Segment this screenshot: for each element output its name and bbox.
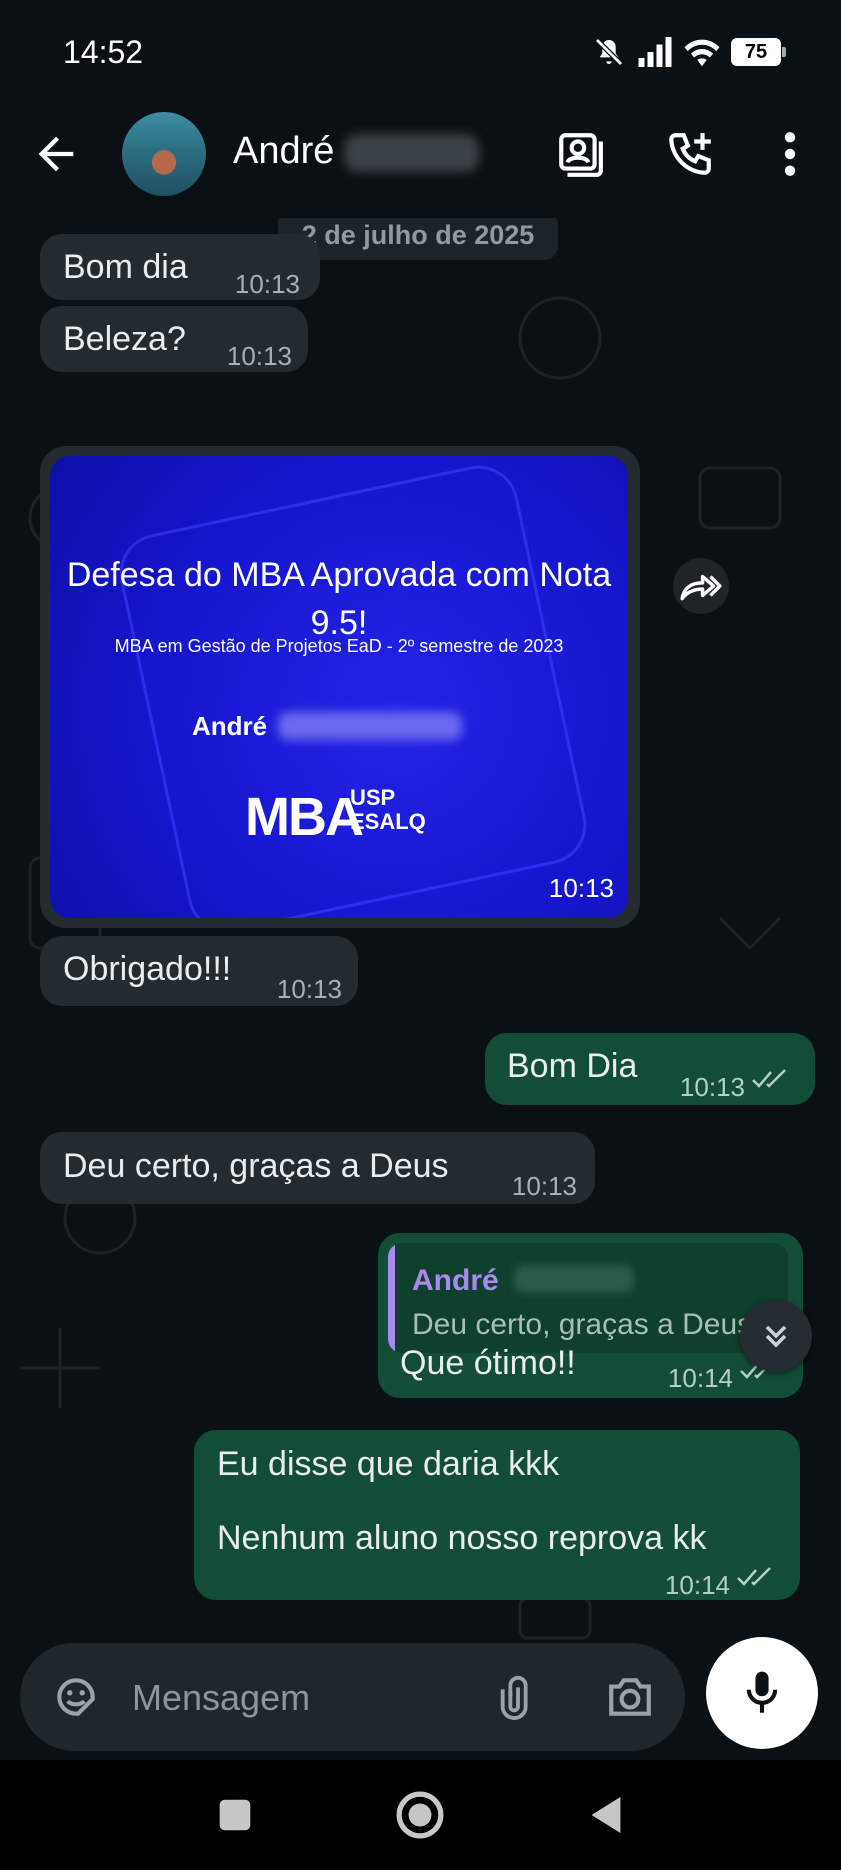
add-call-icon: [669, 133, 711, 175]
contact-name-text: André: [233, 130, 335, 172]
message-time: 10:13: [548, 873, 614, 903]
status-time: 14:52: [63, 34, 144, 70]
message-time: 10:13: [276, 974, 342, 1004]
image-preview[interactable]: Defesa do MBA Aprovada com Nota 9.5! MBA…: [50, 456, 628, 918]
message-incoming[interactable]: Deu certo, graças a Deus 10:13: [40, 1132, 595, 1204]
redacted-surname: [514, 1265, 634, 1293]
message-outgoing[interactable]: Eu disse que daria kkk Nenhum aluno noss…: [194, 1430, 800, 1600]
paperclip-icon: [500, 1675, 528, 1720]
forward-icon: [680, 574, 722, 601]
message-time: 10:13: [234, 269, 300, 299]
message-input[interactable]: [130, 1667, 494, 1729]
read-ticks-icon: [737, 1567, 771, 1586]
double-chevron-down-icon: [765, 1325, 787, 1348]
add-call-button[interactable]: [660, 124, 720, 184]
logo-top: USP: [350, 785, 396, 810]
sticker-icon: [57, 1678, 95, 1716]
date-divider: 2 de julho de 2025: [278, 218, 558, 260]
message-line-2: Nenhum aluno nosso reprova kk: [217, 1519, 707, 1557]
message-composer: [20, 1643, 685, 1751]
message-time: 10:14: [664, 1570, 730, 1600]
image-title: Defesa do MBA Aprovada com Nota 9.5!: [66, 556, 612, 642]
image-decoration: [112, 458, 594, 918]
recents-button[interactable]: [205, 1785, 265, 1845]
message-incoming[interactable]: Beleza? 10:13: [40, 306, 308, 372]
image-message[interactable]: Defesa do MBA Aprovada com Nota 9.5! MBA…: [40, 446, 640, 928]
wifi-icon: [684, 39, 720, 67]
home-button[interactable]: [390, 1785, 450, 1845]
reply-quote[interactable]: André Deu certo, graças a Deus: [388, 1243, 788, 1353]
message-text: Beleza?: [63, 320, 186, 358]
message-text: Obrigado!!!: [63, 950, 232, 988]
chat-header: André: [0, 100, 841, 218]
voice-message-button[interactable]: [706, 1637, 818, 1749]
message-text: Bom dia: [63, 248, 188, 286]
triangle-back-icon: [591, 1797, 621, 1833]
more-options-button[interactable]: [760, 124, 820, 184]
logo-bottom: ESALQ: [350, 809, 426, 834]
sticker-button[interactable]: [46, 1667, 106, 1727]
signal-icon: [638, 37, 672, 67]
status-bar: 14:52 75: [0, 0, 841, 100]
avatar[interactable]: [122, 112, 206, 196]
back-button[interactable]: [30, 128, 82, 180]
message-text: Que ótimo!!: [400, 1344, 576, 1382]
redacted-name: [278, 712, 462, 740]
message-text: Deu certo, graças a Deus: [63, 1147, 449, 1185]
battery-icon: 75: [731, 38, 786, 66]
message-incoming[interactable]: Bom dia 10:13: [40, 234, 320, 300]
usp-esalq-logo: USP ESALQ: [350, 786, 426, 834]
reply-author: André: [412, 1264, 499, 1297]
read-ticks-icon: [752, 1069, 786, 1088]
reply-accent-bar: [388, 1243, 395, 1353]
message-outgoing-reply[interactable]: André Deu certo, graças a Deus Que ótimo…: [378, 1233, 803, 1398]
forward-button[interactable]: [673, 558, 729, 614]
message-incoming[interactable]: Obrigado!!! 10:13: [40, 936, 358, 1006]
image-subtitle: MBA em Gestão de Projetos EaD - 2º semes…: [114, 636, 564, 656]
message-text: Bom Dia: [507, 1047, 638, 1085]
status-icons: 75: [591, 34, 786, 70]
system-nav-bar: [0, 1760, 841, 1870]
redacted-surname: [344, 133, 480, 172]
message-outgoing[interactable]: Bom Dia 10:13: [485, 1033, 815, 1105]
scroll-to-bottom-button[interactable]: [740, 1300, 812, 1372]
battery-level: 75: [744, 40, 768, 63]
reply-text: Deu certo, graças a Deus: [412, 1308, 753, 1341]
attach-button[interactable]: [488, 1667, 548, 1727]
contact-card-button[interactable]: [550, 124, 610, 184]
message-time: 10:13: [511, 1171, 577, 1201]
chat-area[interactable]: 2 de julho de 2025 Bom dia 10:13 Beleza?…: [0, 218, 841, 1643]
mba-logo: MBA: [245, 787, 364, 847]
camera-icon: [609, 1678, 651, 1716]
contact-card-icon: [559, 133, 603, 177]
nav-back-button[interactable]: [576, 1785, 636, 1845]
more-vert-icon: [784, 132, 796, 176]
camera-button[interactable]: [600, 1667, 660, 1727]
message-time: 10:14: [667, 1363, 733, 1393]
circle-icon: [396, 1791, 444, 1839]
square-icon: [219, 1799, 251, 1831]
message-time: 10:13: [226, 341, 292, 371]
message-time: 10:13: [679, 1072, 745, 1102]
contact-name[interactable]: André: [233, 130, 480, 173]
mute-icon: [595, 38, 623, 66]
image-name: André: [192, 711, 268, 741]
back-arrow-icon: [38, 136, 74, 172]
message-line-1: Eu disse que daria kkk: [217, 1445, 560, 1483]
microphone-icon: [746, 1671, 778, 1713]
